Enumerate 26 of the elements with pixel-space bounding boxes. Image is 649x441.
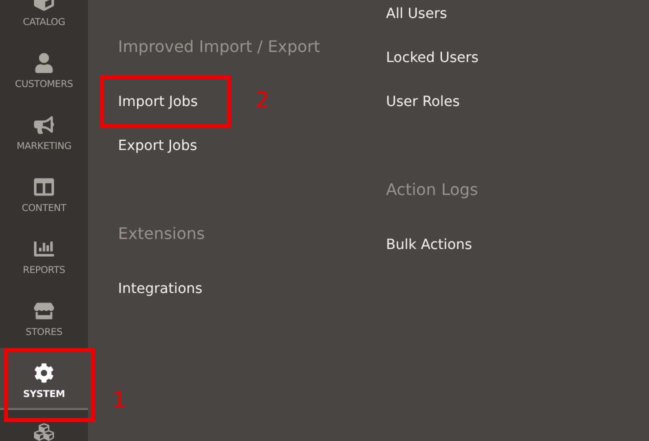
menu-link[interactable]: Import Jobs <box>118 94 198 110</box>
blocks-icon <box>34 422 54 441</box>
megaphone-icon <box>34 115 54 135</box>
section-heading: Action Logs <box>386 179 480 201</box>
annotation-number: 2 <box>255 88 269 113</box>
sidebar-item[interactable]: STORES <box>0 286 88 348</box>
sidebar-item[interactable]: CONTENT <box>0 162 88 224</box>
menu-link[interactable]: Bulk Actions <box>386 237 472 253</box>
sidebar-item[interactable]: MARKETING <box>0 100 88 162</box>
section-heading: Improved Import / Export <box>118 36 322 58</box>
menu-link[interactable]: All Users <box>386 6 448 22</box>
menu-link[interactable]: Locked Users <box>386 50 479 66</box>
annotation-number: 1 <box>112 388 126 413</box>
menu-link[interactable]: User Roles <box>386 94 460 110</box>
sidebar-item[interactable]: SYSTEM <box>0 348 88 410</box>
menu-link[interactable]: Export Jobs <box>118 138 198 154</box>
section-heading: Extensions <box>118 223 206 245</box>
bar-chart-icon <box>34 239 54 259</box>
sidebar-item[interactable]: CUSTOMERS <box>0 38 88 100</box>
layout-icon <box>34 177 54 197</box>
gear-icon <box>34 363 54 383</box>
storefront-icon <box>34 301 54 321</box>
sidebar-item[interactable]: CATALOG <box>0 0 88 38</box>
sidebar-item[interactable]: REPORTS <box>0 224 88 286</box>
menu-link[interactable]: Integrations <box>118 281 202 297</box>
person-icon <box>34 53 54 73</box>
